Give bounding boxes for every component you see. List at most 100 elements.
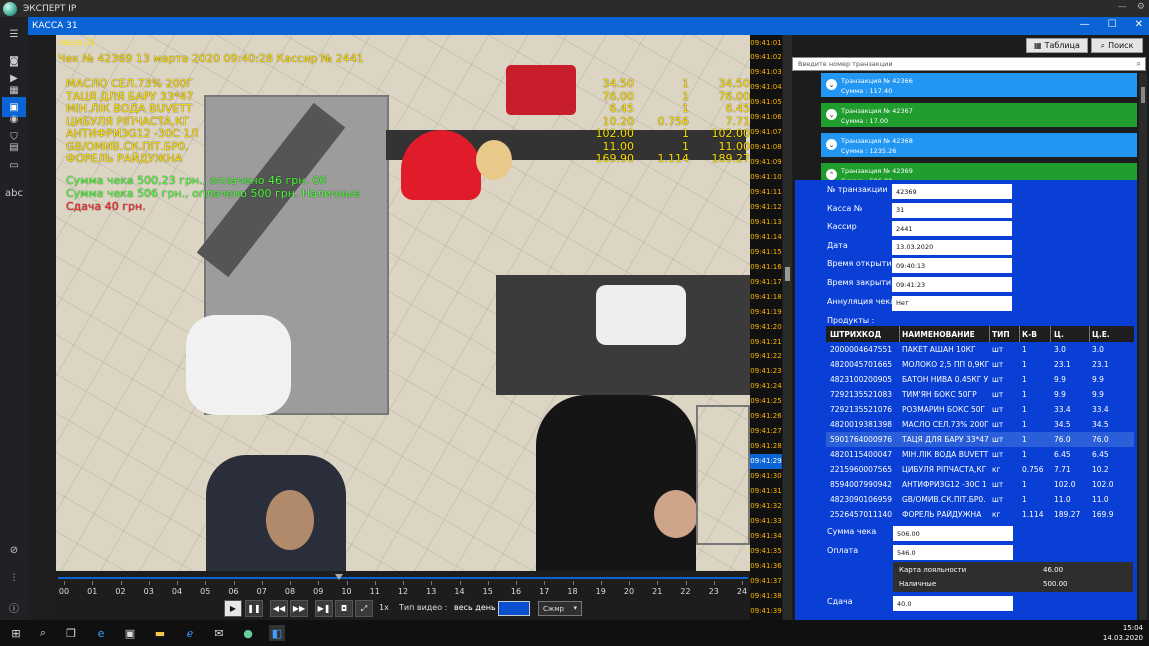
table-row[interactable]: 5901764000976 ТАЦЯ ДЛЯ БАРУ 33*47 шт 1 76.0 7… — [826, 432, 1134, 447]
field-value[interactable]: 42369 — [892, 184, 1012, 199]
time-index-entry[interactable]: 09:41:10 — [750, 170, 782, 185]
app-settings-icon[interactable]: ⚙ — [1137, 2, 1145, 12]
table-row[interactable]: 7292135521083 ТИМ'ЯН БОКС 50ГР шт 1 9.9 9.9 — [826, 387, 1134, 402]
abc-icon[interactable]: аbc — [2, 183, 26, 203]
sliders-icon[interactable]: ⫶ — [2, 568, 26, 588]
chevron-down-icon[interactable]: ⌄ — [826, 109, 837, 120]
time-index-entry[interactable]: 09:41:32 — [750, 498, 782, 513]
info-icon[interactable]: ⓘ — [2, 597, 26, 617]
time-index-entry[interactable]: 09:41:27 — [750, 424, 782, 439]
time-index-entry[interactable]: 09:41:06 — [750, 110, 782, 125]
menu-icon[interactable]: ☰ — [2, 24, 26, 44]
table-row[interactable]: 2526457011140 ФОРЕЛЬ РАЙДУЖНА кг 1.114 189.2… — [826, 507, 1134, 522]
rewind-button[interactable]: ◀◀ — [270, 600, 288, 617]
field-value[interactable]: 09:41:23 — [892, 277, 1012, 292]
time-scroll-thumb[interactable] — [785, 267, 790, 281]
time-index-entry[interactable]: 09:41:03 — [750, 65, 782, 80]
time-index-entry[interactable]: 09:41:19 — [750, 304, 782, 319]
time-index-entry[interactable]: 09:41:14 — [750, 229, 782, 244]
ie-icon[interactable]: ℯ — [182, 625, 198, 641]
transaction-item[interactable]: ⌄ Транзакция № 42366 Сумма : 117.40 — [821, 73, 1137, 97]
time-index-entry[interactable]: 09:41:04 — [750, 80, 782, 95]
timeline[interactable]: 00 01 02 03 04 05 06 07 08 09 10 11 12 13 14 15 16 17 18 19… — [56, 571, 750, 620]
time-index-entry[interactable]: 09:41:07 — [750, 125, 782, 140]
time-index-entry[interactable]: 09:41:37 — [750, 573, 782, 588]
column-header[interactable]: НАИМЕНОВАНИЕ — [902, 330, 992, 339]
time-index-entry[interactable]: 09:41:09 — [750, 155, 782, 170]
chevron-down-icon[interactable]: ⌄ — [826, 139, 837, 150]
mail-icon[interactable]: ✉ — [211, 625, 227, 641]
time-index-entry[interactable]: 09:41:28 — [750, 439, 782, 454]
chevron-up-icon[interactable]: ⌃ — [826, 169, 837, 180]
task-view-icon[interactable]: ❐ — [63, 625, 79, 641]
chevron-down-icon[interactable]: ⌄ — [826, 79, 837, 90]
table-row[interactable]: 4823090106959 GB/ОМИВ.СК.ПІТ.БР0. шт 1 11.0 1… — [826, 492, 1134, 507]
table-row[interactable]: 4820115400047 МІН.ЛІК ВОДА BUVETT шт 1 6.45 6… — [826, 447, 1134, 462]
windows-start-icon[interactable]: ⊞ — [8, 625, 24, 641]
field-value[interactable]: 13.03.2020 — [892, 239, 1012, 255]
time-index-entry[interactable]: 09:41:30 — [750, 469, 782, 484]
time-index-entry[interactable]: 09:41:15 — [750, 244, 782, 259]
play-button[interactable]: ▶ — [224, 600, 242, 617]
pause-button[interactable]: ❚❚ — [245, 600, 263, 617]
map-icon[interactable]: ▤ — [2, 137, 26, 157]
panel-scrollbar[interactable] — [1139, 73, 1147, 620]
time-index-entry[interactable]: 09:41:25 — [750, 394, 782, 409]
time-index-entry[interactable]: 09:41:35 — [750, 543, 782, 558]
search-icon[interactable]: ⌕ — [35, 625, 51, 641]
video-type-value[interactable]: весь день — [454, 603, 496, 612]
table-button[interactable]: ▦ Таблица — [1026, 38, 1088, 53]
field-value[interactable]: 2441 — [892, 221, 1012, 237]
time-index-entry[interactable]: 09:41:21 — [750, 334, 782, 349]
time-index-entry[interactable]: 09:41:08 — [750, 140, 782, 155]
time-index-entry[interactable]: 09:41:36 — [750, 558, 782, 573]
table-row[interactable]: 4820045701665 МОЛОКО 2,5 ПП 0,9КГ шт 1 23.1 2… — [826, 357, 1134, 372]
time-index-entry[interactable]: 09:41:31 — [750, 484, 782, 499]
table-row[interactable]: 2000004647551 ПАКЕТ АШАН 10КГ шт 1 3.0 3.0 — [826, 342, 1134, 357]
table-row[interactable]: 4823100200905 БАТОН НИВА 0.45КГ Ушт 1 9.9 9.… — [826, 372, 1134, 387]
table-row[interactable]: 8594007990942 АНТИФРИЗG12 -30С 1 шт 1 102.0 1… — [826, 477, 1134, 492]
column-header[interactable]: Ц. — [1054, 330, 1092, 339]
field-value[interactable]: 31 — [892, 202, 1012, 218]
transaction-search-input[interactable]: Введите номер транзакции ⌕ — [792, 57, 1146, 71]
app-minimize-icon[interactable]: — — [1118, 2, 1127, 12]
time-index-entry[interactable]: 09:41:39 — [750, 603, 782, 618]
remote-app-icon[interactable]: ◧ — [269, 625, 285, 641]
mute-icon[interactable]: ⊘ — [2, 540, 26, 560]
fullscreen-icon[interactable]: ⤢ — [355, 600, 373, 617]
time-index-entry[interactable]: 09:41:26 — [750, 409, 782, 424]
timeline-marker[interactable] — [334, 574, 343, 580]
time-index-entry[interactable]: 09:41:24 — [750, 379, 782, 394]
transaction-item[interactable]: ⌄ Транзакция № 42367 Сумма : 17.00 — [821, 103, 1137, 127]
step-button[interactable]: ▶❚ — [315, 600, 333, 617]
time-index-entry[interactable]: 09:41:02 — [750, 50, 782, 65]
time-index-entry[interactable]: 09:41:13 — [750, 214, 782, 229]
timeline-bar[interactable] — [58, 577, 748, 579]
minimize-icon[interactable]: — — [1080, 19, 1090, 30]
mode-select[interactable]: Сжмр ▾ — [538, 601, 582, 616]
edge-icon[interactable]: e — [93, 625, 109, 641]
table-row[interactable]: 2215960007565 ЦИБУЛЯ РІПЧАСТА,КГ кг 0.756 7.… — [826, 462, 1134, 477]
time-index-entry[interactable]: 09:41:33 — [750, 513, 782, 528]
time-index-entry[interactable]: 09:41:17 — [750, 274, 782, 289]
speed-label[interactable]: 1x — [379, 603, 389, 612]
time-index-entry[interactable]: 09:41:22 — [750, 349, 782, 364]
table-row[interactable]: 7292135521076 РОЗМАРИН БОКС 50Г шт 1 33.4 33.… — [826, 402, 1134, 417]
time-index-entry[interactable]: 09:41:16 — [750, 259, 782, 274]
close-icon[interactable]: ✕ — [1135, 19, 1143, 30]
time-index-entry[interactable]: 09:41:01 — [750, 35, 782, 50]
maximize-icon[interactable]: ☐ — [1108, 19, 1117, 30]
column-header[interactable]: К-В — [1022, 330, 1046, 339]
column-header[interactable]: ТИП — [992, 330, 1018, 339]
magnifier-icon[interactable]: ⌕ — [1137, 59, 1141, 69]
eye-icon[interactable]: ◉ — [2, 109, 26, 129]
transaction-item[interactable]: ⌄ Транзакция № 42368 Сумма : 1235.26 — [821, 133, 1137, 157]
video-player[interactable]: касса 31 Чек № 42369 13 марта 2020 09:40… — [56, 35, 750, 571]
store-icon[interactable]: ▣ — [122, 625, 138, 641]
search-button[interactable]: ⌕ Поиск — [1091, 38, 1143, 53]
time-index-entry[interactable]: 09:41:05 — [750, 95, 782, 110]
column-header[interactable]: ШТРИХКОД — [830, 330, 898, 339]
field-value[interactable]: Нет — [892, 295, 1012, 311]
time-index-entry[interactable]: 09:41:12 — [750, 199, 782, 214]
folder-icon[interactable]: ▬ — [152, 625, 168, 641]
